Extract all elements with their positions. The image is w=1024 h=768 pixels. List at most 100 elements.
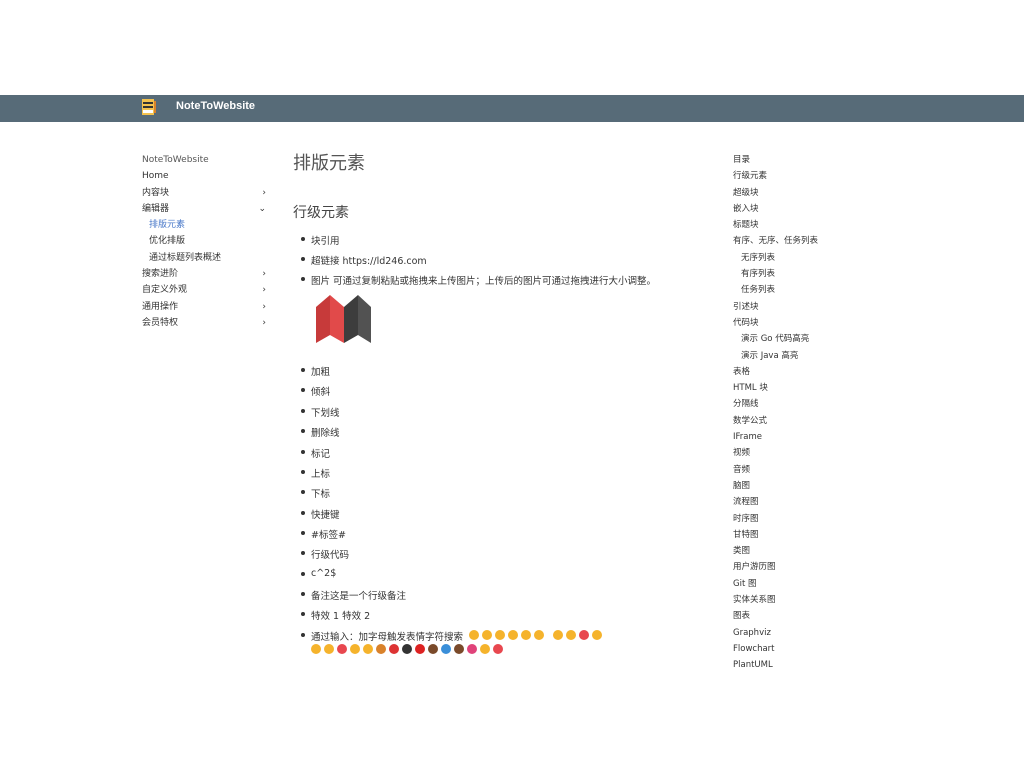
toc-item[interactable]: 用户游历图	[733, 559, 883, 575]
emoji-row-2	[311, 643, 506, 654]
star-eyes-emoji-icon	[495, 629, 505, 640]
sidebar-item-label: 优化排版	[149, 236, 186, 247]
toc-item[interactable]: 视频	[733, 445, 883, 461]
bullet	[301, 277, 305, 281]
sidebar-item-membership[interactable]: 会员特权 ›	[142, 315, 270, 331]
sidebar-item-content-blocks[interactable]: 内容块 ›	[142, 185, 270, 201]
sidebar-item-advanced-search[interactable]: 搜索进阶 ›	[142, 266, 270, 282]
question-emoji-icon	[389, 643, 399, 654]
list-item-text: 删除线	[311, 428, 340, 439]
bomb-emoji-icon	[402, 643, 412, 654]
bullet	[301, 237, 305, 241]
left-sidebar: NoteToWebsite Home 内容块 › 编辑器 ⌄ 排版元素 优化排版 通…	[142, 152, 270, 331]
sidebar-site-name[interactable]: NoteToWebsite	[142, 152, 270, 168]
toc-item[interactable]: 图表	[733, 608, 883, 624]
toc-subitem[interactable]: 有序列表	[733, 266, 883, 282]
chevron-right-icon[interactable]: ›	[262, 282, 266, 298]
main-content: 排版元素 行级元素 块引用 超链接 https://ld246.com 图片 可…	[293, 150, 713, 654]
bullet	[301, 257, 305, 261]
chevron-right-icon[interactable]: ›	[262, 299, 266, 315]
toc-item[interactable]: 超级块	[733, 185, 883, 201]
list-item-text: 快捷键	[311, 510, 340, 521]
100-emoji-icon	[337, 643, 347, 654]
table-of-contents: 目录 行级元素 超级块 嵌入块 标题块 有序、无序、任务列表 无序列表 有序列表…	[733, 152, 883, 674]
bullet	[301, 633, 305, 637]
toc-item[interactable]: Git 图	[733, 576, 883, 592]
bullet	[301, 612, 305, 616]
toc-subitem[interactable]: 演示 Go 代码高亮	[733, 331, 883, 347]
toc-item[interactable]: 甘特图	[733, 527, 883, 543]
poop-emoji-icon	[454, 643, 464, 654]
toc-item[interactable]: 时序图	[733, 511, 883, 527]
notebook-logo-icon[interactable]	[142, 99, 156, 116]
toc-item[interactable]: 引述块	[733, 299, 883, 315]
laugh-emoji-icon	[508, 629, 518, 640]
relieved-emoji-icon	[592, 629, 602, 640]
toc-item[interactable]: 类图	[733, 543, 883, 559]
chevron-right-icon[interactable]: ›	[262, 315, 266, 331]
bell-emoji-icon	[363, 643, 373, 654]
mind-blown-emoji-icon	[521, 629, 531, 640]
toc-subitem[interactable]: 任务列表	[733, 282, 883, 298]
sidebar-item-heading-overview[interactable]: 通过标题列表概述	[142, 250, 270, 266]
toc-item[interactable]: 目录	[733, 152, 883, 168]
chevron-right-icon[interactable]: ›	[262, 266, 266, 282]
toc-item[interactable]: 有序、无序、任务列表	[733, 233, 883, 249]
sweat-emoji-icon	[534, 629, 544, 640]
bullet	[301, 450, 305, 454]
sidebar-item-home[interactable]: Home	[142, 168, 270, 184]
toc-item[interactable]: PlantUML	[733, 657, 883, 673]
toc-item[interactable]: Flowchart	[733, 641, 883, 657]
anger-emoji-icon	[493, 643, 503, 654]
bullet	[301, 592, 305, 596]
toc-item[interactable]: 数学公式	[733, 413, 883, 429]
section-heading: 行级元素	[293, 205, 349, 221]
angry-emoji-icon	[566, 629, 576, 640]
list-item-text: 备注这是一个行级备注	[311, 591, 407, 602]
sidebar-item-label: Home	[142, 171, 169, 182]
toc-item[interactable]: IFrame	[733, 429, 883, 445]
bullet	[301, 409, 305, 413]
toc-item[interactable]: HTML 块	[733, 380, 883, 396]
heart-eyes-emoji-icon	[579, 629, 589, 640]
toc-item[interactable]: Graphviz	[733, 625, 883, 641]
toc-item[interactable]: 实体关系图	[733, 592, 883, 608]
sidebar-item-label: 编辑器	[142, 203, 170, 214]
toc-item[interactable]: 嵌入块	[733, 201, 883, 217]
bullet	[301, 490, 305, 494]
chevron-down-icon[interactable]: ⌄	[258, 201, 266, 217]
list-item-text[interactable]: 超链接 https://ld246.com	[311, 253, 427, 267]
toc-item[interactable]: 行级元素	[733, 168, 883, 184]
brand-title[interactable]: NoteToWebsite	[176, 100, 255, 112]
toc-item[interactable]: 音频	[733, 462, 883, 478]
tag-link[interactable]: #标签#	[311, 527, 346, 541]
sidebar-item-custom-appearance[interactable]: 自定义外观 ›	[142, 282, 270, 298]
sidebar-item-editor[interactable]: 编辑器 ⌄	[142, 201, 270, 217]
toc-item[interactable]: 代码块	[733, 315, 883, 331]
m-logo-image	[316, 295, 372, 343]
sidebar-item-label: 自定义外观	[142, 285, 188, 296]
list-item-text: 图片 可通过复制粘贴或拖拽来上传图片；上传后的图片可通过拖拽进行大小调整。	[311, 276, 657, 287]
sidebar-item-label: 通用操作	[142, 301, 179, 312]
emoji-row-1	[469, 629, 605, 640]
toc-subitem[interactable]: 演示 Java 高亮	[733, 348, 883, 364]
toc-item[interactable]: 脑图	[733, 478, 883, 494]
toc-item[interactable]: 标题块	[733, 217, 883, 233]
sidebar-item-label: 通过标题列表概述	[149, 252, 222, 263]
sidebar-item-optimize-layout[interactable]: 优化排版	[142, 233, 270, 249]
list-item-text: 标记	[311, 449, 331, 460]
toc-item[interactable]: 分隔线	[733, 396, 883, 412]
list-item-text: 加粗	[311, 367, 331, 378]
chevron-right-icon[interactable]: ›	[262, 185, 266, 201]
page-title: 排版元素	[293, 153, 365, 174]
sidebar-item-common-operations[interactable]: 通用操作 ›	[142, 299, 270, 315]
toc-item[interactable]: 流程图	[733, 494, 883, 510]
toc-subitem[interactable]: 无序列表	[733, 250, 883, 266]
bullet	[301, 551, 305, 555]
clap-emoji-icon	[350, 643, 360, 654]
bullet	[301, 429, 305, 433]
list-item-text: 倾斜	[311, 387, 331, 398]
heart-emoji-icon	[415, 643, 425, 654]
sidebar-item-typography[interactable]: 排版元素	[142, 217, 270, 233]
toc-item[interactable]: 表格	[733, 364, 883, 380]
